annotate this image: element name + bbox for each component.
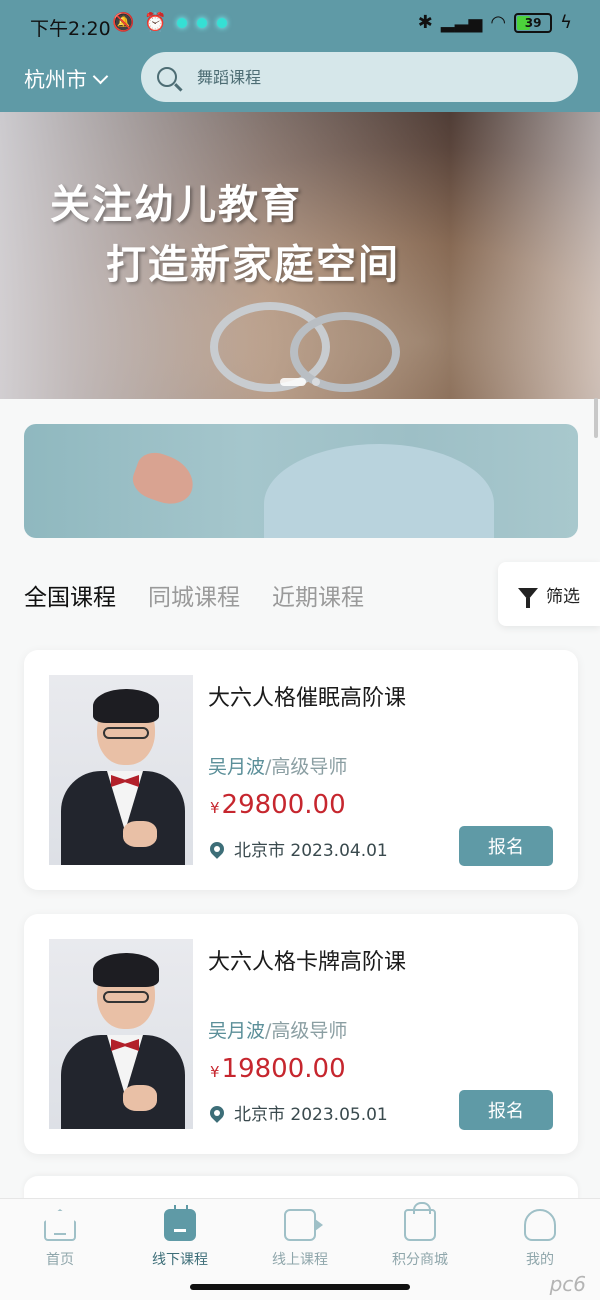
- notification-icons: 🔕 ⏰: [112, 12, 227, 33]
- carousel-dot-active: [280, 378, 306, 386]
- carousel-indicator: [280, 378, 320, 386]
- location-pin-icon: [207, 838, 227, 859]
- status-bar: 下午2:20 🔕 ⏰ ✱ ▂▃▅ ◠ 39 ϟ: [0, 0, 600, 52]
- banner-image: [127, 447, 201, 511]
- system-icons: ✱ ▂▃▅ ◠ 39 ϟ: [418, 12, 572, 33]
- notification-dot-icon: [216, 17, 227, 28]
- bluetooth-icon: ✱: [417, 12, 433, 33]
- course-title: 大六人格催眠高阶课: [208, 686, 407, 711]
- course-location: 北京市 2023.04.01: [207, 836, 388, 861]
- teacher-name: 吴月波: [208, 756, 266, 778]
- tab-national-courses[interactable]: 全国课程: [24, 578, 116, 612]
- calendar-icon: [164, 1205, 196, 1241]
- course-teacher: 吴月波/高级导师: [208, 752, 347, 779]
- tab-local-courses[interactable]: 同城课程: [148, 578, 240, 612]
- signal-icon: ▂▃▅: [440, 12, 483, 33]
- search-icon: [157, 67, 177, 87]
- course-price: ¥ 19800.00: [210, 1054, 346, 1084]
- app-header: 下午2:20 🔕 ⏰ ✱ ▂▃▅ ◠ 39 ϟ 杭州市: [0, 0, 600, 112]
- teacher-role: /高级导师: [265, 756, 348, 778]
- price-value: 19800.00: [221, 1054, 346, 1084]
- promo-banner[interactable]: 关注幼儿教育 打造新家庭空间: [0, 112, 600, 399]
- course-card[interactable]: 大六人格卡牌高阶课 吴月波/高级导师 ¥ 19800.00 北京市 2023.0…: [24, 914, 578, 1154]
- filter-button[interactable]: 筛选: [498, 562, 600, 626]
- battery-level: 39: [524, 15, 542, 30]
- banner-subheadline: 打造新家庭空间: [106, 242, 400, 288]
- nav-label: 首页: [46, 1252, 74, 1268]
- notification-dot-icon: [176, 17, 187, 28]
- location-date: 北京市 2023.05.01: [234, 1105, 388, 1125]
- notification-dot-icon: [196, 17, 207, 28]
- course-card[interactable]: 大六人格催眠高阶课 吴月波/高级导师 ¥ 29800.00 北京市 2023.0…: [24, 650, 578, 890]
- home-icon: [44, 1209, 76, 1241]
- city-label: 杭州市: [24, 68, 87, 92]
- carousel-dot: [312, 378, 320, 386]
- nav-label: 线上课程: [272, 1252, 328, 1268]
- home-indicator[interactable]: [190, 1284, 410, 1290]
- watermark: pc6: [549, 1272, 586, 1296]
- user-icon: [524, 1209, 556, 1241]
- course-price: ¥ 29800.00: [210, 790, 346, 820]
- currency-symbol: ¥: [210, 799, 220, 817]
- video-icon: [284, 1209, 323, 1241]
- nav-label: 积分商城: [392, 1252, 448, 1268]
- battery-icon: 39: [514, 12, 553, 33]
- location-date: 北京市 2023.04.01: [234, 841, 388, 861]
- filter-icon: [518, 588, 538, 608]
- search-input[interactable]: [197, 67, 537, 87]
- course-title: 大六人格卡牌高阶课: [208, 950, 407, 975]
- chevron-down-icon: [92, 68, 109, 84]
- currency-symbol: ¥: [210, 1063, 220, 1081]
- location-pin-icon: [207, 1102, 227, 1123]
- status-time: 下午2:20: [30, 18, 111, 40]
- secondary-banner[interactable]: [24, 424, 578, 538]
- nav-home[interactable]: 首页: [0, 1199, 120, 1300]
- teacher-role: /高级导师: [265, 1020, 348, 1042]
- teacher-name: 吴月波: [208, 1020, 266, 1042]
- alarm-icon: ⏰: [144, 12, 167, 33]
- filter-label: 筛选: [546, 586, 580, 607]
- tab-upcoming-courses[interactable]: 近期课程: [272, 578, 364, 612]
- scrollbar[interactable]: [594, 398, 598, 438]
- teacher-photo: [49, 675, 193, 865]
- signup-button[interactable]: 报名: [459, 1090, 553, 1130]
- city-selector[interactable]: 杭州市: [24, 64, 109, 94]
- wifi-icon: ◠: [490, 12, 507, 33]
- teacher-photo: [49, 939, 193, 1129]
- course-location: 北京市 2023.05.01: [207, 1100, 388, 1125]
- charging-icon: ϟ: [560, 12, 572, 33]
- course-teacher: 吴月波/高级导师: [208, 1016, 347, 1043]
- search-bar[interactable]: [141, 52, 578, 102]
- banner-headline: 关注幼儿教育: [50, 182, 302, 228]
- signup-button[interactable]: 报名: [459, 826, 553, 866]
- shopping-bag-icon: [404, 1202, 436, 1241]
- nav-label: 线下课程: [152, 1252, 208, 1268]
- nav-label: 我的: [526, 1252, 554, 1268]
- price-value: 29800.00: [221, 790, 346, 820]
- mute-icon: 🔕: [112, 12, 135, 33]
- course-tabs: 全国课程 同城课程 近期课程: [24, 578, 364, 612]
